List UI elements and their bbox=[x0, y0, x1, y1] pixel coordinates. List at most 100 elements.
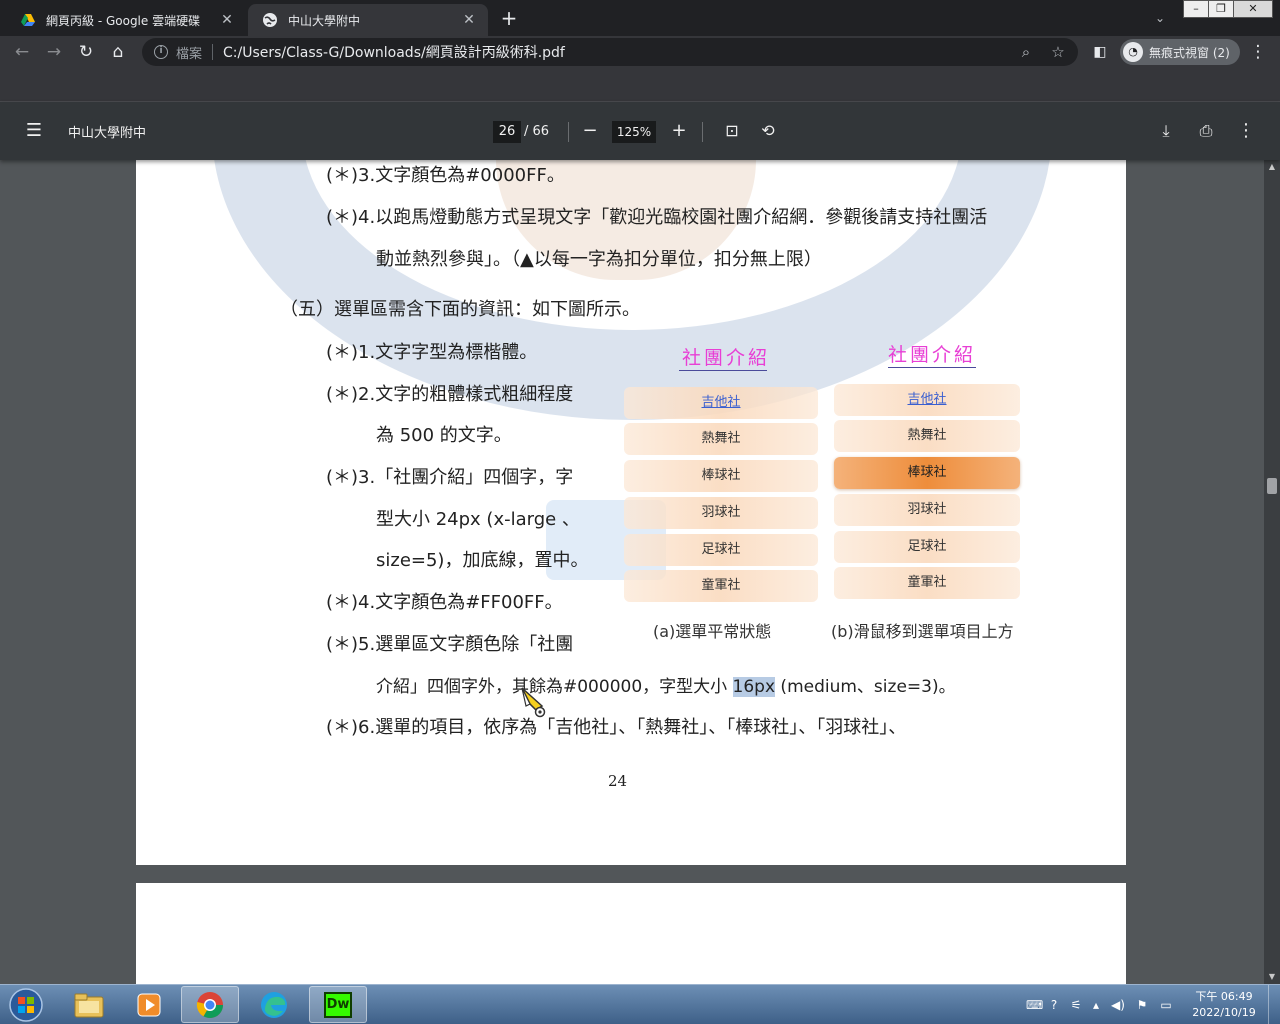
tab-title: 中山大學附中 bbox=[288, 13, 361, 28]
tab-strip: 網頁丙級 - Google 雲端硬碟 ✕ 中山大學附中 ✕ + ⌄ – ❐ ✕ bbox=[0, 0, 1280, 36]
reload-icon[interactable]: ↻ bbox=[74, 40, 98, 64]
tab-google-drive[interactable]: 網頁丙級 - Google 雲端硬碟 ✕ bbox=[6, 4, 246, 36]
page-footer-number: 24 bbox=[608, 772, 628, 790]
close-tab-icon[interactable]: ✕ bbox=[218, 11, 236, 29]
doc-line: (＊)1.文字字型為標楷體。 bbox=[326, 342, 538, 363]
profile-label: 無痕式視窗 (2) bbox=[1149, 45, 1230, 60]
help-icon[interactable]: ? bbox=[1046, 997, 1062, 1013]
volume-icon[interactable]: ◀) bbox=[1110, 997, 1126, 1013]
page-number-input[interactable]: 26 bbox=[493, 121, 521, 143]
menu-item-dance: 熱舞社 bbox=[834, 420, 1020, 452]
menu-item-soccer: 足球社 bbox=[624, 534, 818, 566]
menu-title-underline bbox=[888, 367, 976, 368]
divider bbox=[568, 122, 569, 142]
globe-icon bbox=[263, 13, 277, 27]
more-options-icon[interactable]: ⋮ bbox=[1234, 119, 1258, 143]
figure-caption-b: (b)滑鼠移到選單項目上方 bbox=[831, 622, 1014, 641]
url-text[interactable]: C:/Users/Class-G/Downloads/網頁設計丙級術科.pdf bbox=[223, 42, 1014, 62]
windows-start-icon[interactable] bbox=[6, 987, 46, 1023]
doc-line: (＊)5.選單區文字顏色除「社團 bbox=[326, 634, 574, 655]
restore-button[interactable]: ❐ bbox=[1208, 0, 1234, 18]
pdf-title: 中山大學附中 bbox=[68, 126, 147, 141]
more-menu-icon[interactable]: ⋮ bbox=[1246, 40, 1270, 64]
edge-icon bbox=[261, 991, 287, 1018]
incognito-icon: ◔ bbox=[1123, 42, 1143, 62]
doc-line: 為 500 的文字。 bbox=[376, 425, 512, 446]
system-clock[interactable]: 下午 06:49 2022/10/19 bbox=[1188, 989, 1260, 1021]
chrome-icon bbox=[196, 991, 224, 1018]
incognito-profile-button[interactable]: ◔ 無痕式視窗 (2) bbox=[1120, 39, 1240, 65]
menu-item-baseball: 棒球社 bbox=[624, 460, 818, 492]
menu-title: 社團介紹 bbox=[887, 344, 976, 366]
download-icon[interactable]: ⤓ bbox=[1154, 119, 1178, 143]
rotate-icon[interactable]: ⟲ bbox=[756, 119, 780, 143]
page-total: / 66 bbox=[524, 124, 550, 139]
total-pages: 66 bbox=[532, 124, 550, 139]
minimize-button[interactable]: – bbox=[1183, 0, 1209, 18]
home-icon[interactable]: ⌂ bbox=[106, 40, 130, 64]
media-player-icon bbox=[137, 993, 161, 1016]
menu-item-guitar: 吉他社 bbox=[834, 384, 1020, 416]
scroll-down-arrow-icon[interactable]: ▼ bbox=[1264, 970, 1280, 984]
info-icon[interactable]: i bbox=[154, 45, 168, 59]
zoom-input[interactable]: 125% bbox=[612, 121, 656, 143]
menu-item-badminton: 羽球社 bbox=[834, 494, 1020, 526]
menu-item-guitar: 吉他社 bbox=[624, 387, 818, 419]
tab-search-chevron-icon[interactable]: ⌄ bbox=[1150, 8, 1170, 28]
close-window-button[interactable]: ✕ bbox=[1233, 0, 1273, 18]
network-icon[interactable]: ⚟ bbox=[1068, 997, 1084, 1013]
doc-line: (＊)3.「社團介紹」四個字，字 bbox=[326, 467, 574, 488]
selected-text: 16px bbox=[732, 677, 776, 697]
fit-page-icon[interactable]: ⊡ bbox=[720, 119, 744, 143]
pdf-toolbar: ☰ 中山大學附中 26 / 66 − 125% + ⊡ ⟲ ⤓ ⎙ ⋮ bbox=[0, 102, 1280, 160]
menu-item-soccer: 足球社 bbox=[834, 531, 1020, 563]
scrollbar-thumb[interactable] bbox=[1267, 478, 1277, 494]
taskbar-dreamweaver[interactable]: Dw bbox=[309, 986, 367, 1023]
pdf-page: (＊)3.文字顏色為#0000FF。 (＊)4.以跑馬燈動態方式呈現文字「歡迎光… bbox=[136, 160, 1126, 865]
divider bbox=[702, 122, 703, 142]
hamburger-menu-icon[interactable]: ☰ bbox=[22, 119, 46, 143]
address-bar[interactable]: i 檔案 C:/Users/Class-G/Downloads/網頁設計丙級術科… bbox=[142, 38, 1078, 66]
taskbar-chrome[interactable] bbox=[181, 986, 239, 1023]
doc-line: (＊)4.以跑馬燈動態方式呈現文字「歡迎光臨校園社團介紹網．參觀後請支持社團活 bbox=[326, 207, 988, 228]
pdf-scrollbar[interactable]: ▲ ▼ bbox=[1264, 160, 1280, 984]
doc-line: 動並熱烈參與」。（▲以每一字為扣分單位，扣分無上限） bbox=[376, 249, 822, 270]
security-label: 檔案 bbox=[176, 46, 203, 62]
tab-active-school[interactable]: 中山大學附中 ✕ bbox=[248, 4, 488, 36]
omnibox-divider bbox=[212, 44, 214, 60]
menu-item-dance: 熱舞社 bbox=[624, 423, 818, 455]
pdf-next-page bbox=[136, 883, 1126, 984]
side-panel-icon[interactable]: ◧ bbox=[1088, 40, 1112, 64]
zoom-out-icon[interactable]: − bbox=[578, 119, 602, 143]
menu-item-badminton: 羽球社 bbox=[624, 497, 818, 529]
taskbar-file-explorer[interactable] bbox=[60, 986, 118, 1023]
taskbar-edge[interactable] bbox=[245, 986, 303, 1023]
new-tab-button[interactable]: + bbox=[497, 7, 521, 31]
menu-title-underline bbox=[679, 370, 767, 371]
print-icon[interactable]: ⎙ bbox=[1194, 119, 1218, 143]
google-drive-icon bbox=[21, 14, 35, 26]
display-icon[interactable]: ▭ bbox=[1158, 997, 1174, 1013]
close-tab-icon[interactable]: ✕ bbox=[460, 11, 478, 29]
section-heading: （五）選單區需含下面的資訊：如下圖所示。 bbox=[280, 299, 640, 320]
browser-toolbar: ← → ↻ ⌂ i 檔案 C:/Users/Class-G/Downloads/… bbox=[0, 36, 1280, 68]
back-arrow-icon[interactable]: ← bbox=[10, 40, 34, 64]
taskbar-media-player[interactable] bbox=[120, 986, 178, 1023]
figure-caption-a: (a)選單平常狀態 bbox=[653, 622, 772, 641]
clock-date: 2022/10/19 bbox=[1192, 1006, 1256, 1019]
doc-line: (＊)3.文字顏色為#0000FF。 bbox=[326, 165, 565, 186]
keyboard-icon[interactable]: ⌨ bbox=[1026, 997, 1043, 1013]
windows-taskbar: Dw ⌨ ? ⚟ ▴ ◀) ⚑ ▭ 下午 06:49 2022/10/19 bbox=[0, 984, 1280, 1024]
zoom-in-icon[interactable]: + bbox=[667, 119, 691, 143]
action-center-flag-icon[interactable]: ⚑ bbox=[1134, 997, 1150, 1013]
show-hidden-icons-icon[interactable]: ▴ bbox=[1088, 997, 1104, 1013]
scroll-up-arrow-icon[interactable]: ▲ bbox=[1264, 160, 1280, 174]
bookmark-bar bbox=[0, 68, 1280, 102]
menu-item-scouts: 童軍社 bbox=[624, 570, 818, 602]
zoom-magnifier-icon[interactable]: ⌕ bbox=[1014, 40, 1038, 64]
forward-arrow-icon[interactable]: → bbox=[42, 40, 66, 64]
show-desktop-button[interactable] bbox=[1268, 985, 1280, 1024]
bookmark-star-icon[interactable]: ☆ bbox=[1046, 40, 1070, 64]
doc-line: (＊)4.文字顏色為#FF00FF。 bbox=[326, 592, 563, 613]
tab-title: 網頁丙級 - Google 雲端硬碟 bbox=[46, 13, 201, 28]
